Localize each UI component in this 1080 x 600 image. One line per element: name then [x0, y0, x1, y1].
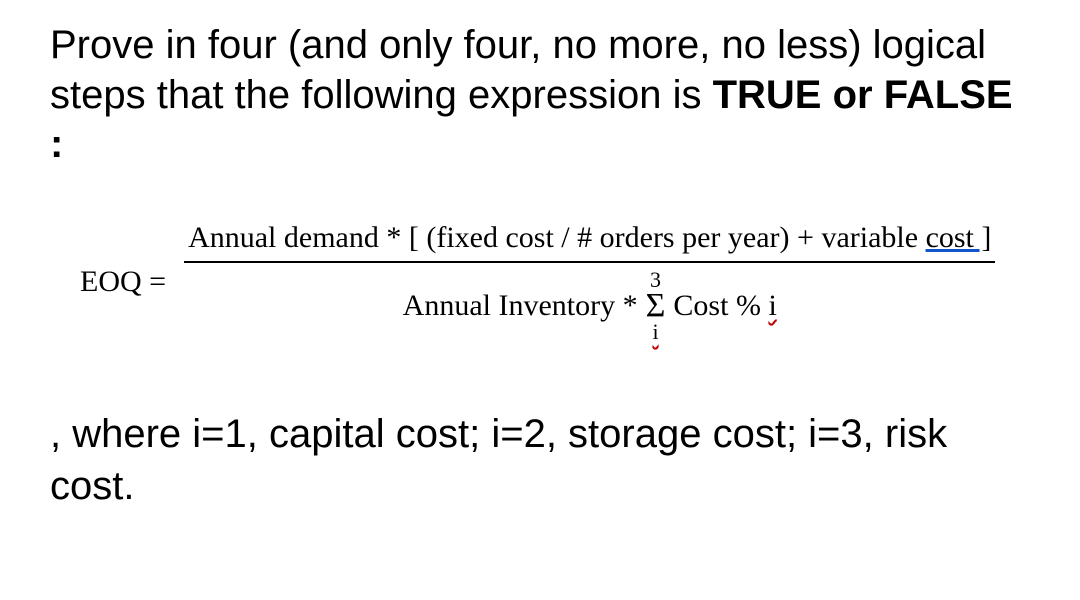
prompt-heading: Prove in four (and only four, no more, n… [50, 20, 1030, 120]
sigma-icon: 3 Σ i [646, 269, 666, 343]
denom-right-text: Cost % [673, 289, 768, 322]
equation-numerator: Annual demand * [ (fixed cost / # orders… [184, 221, 995, 261]
denom-right: Cost % i [673, 289, 776, 323]
sigma-lower-bound: i [652, 321, 658, 343]
prompt-colon: : [50, 122, 1030, 166]
equation-denominator: Annual Inventory * 3 Σ i Cost % i [399, 263, 781, 343]
denom-left: Annual Inventory * [403, 289, 638, 323]
numerator-underlined: cost ] [926, 221, 992, 254]
denom-index-i: i [768, 289, 776, 322]
prompt-bold: TRUE or FALSE [713, 73, 1013, 117]
where-clause: , where i=1, capital cost; i=2, storage … [50, 408, 1030, 512]
sigma-symbol: Σ [646, 289, 666, 323]
numerator-text: Annual demand * [ (fixed cost / # orders… [188, 221, 925, 254]
document-page: Prove in four (and only four, no more, n… [0, 0, 1080, 532]
equation-lhs: EOQ = [80, 265, 166, 299]
eoq-equation: EOQ = Annual demand * [ (fixed cost / # … [50, 221, 1030, 343]
equation-fraction: Annual demand * [ (fixed cost / # orders… [184, 221, 995, 343]
